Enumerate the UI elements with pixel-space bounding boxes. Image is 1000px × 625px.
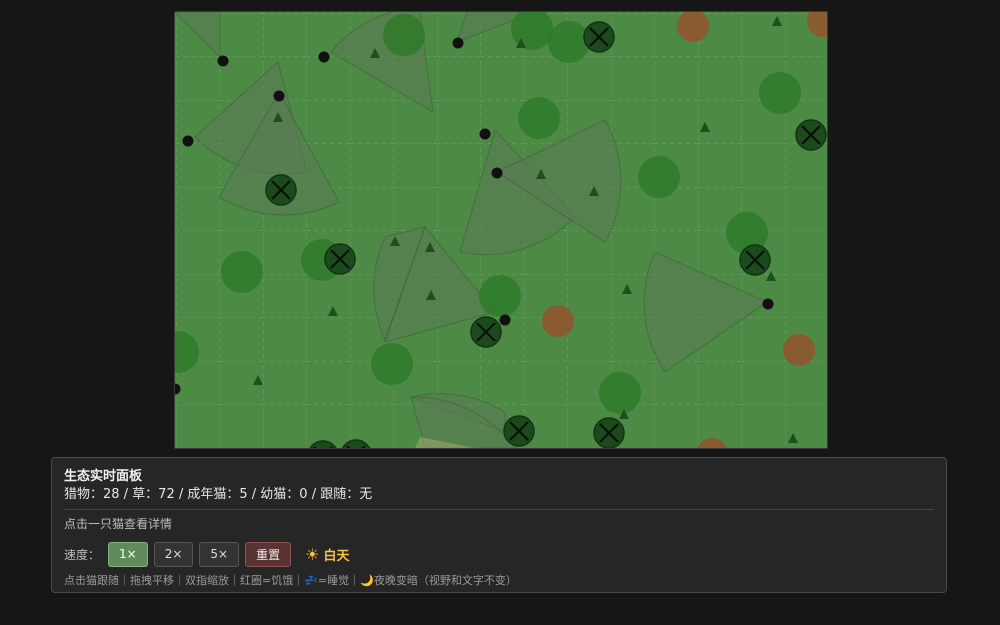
adult-cat[interactable] <box>794 118 827 152</box>
selection-hint: 点击一只猫查看详情 <box>64 517 173 531</box>
panel-title: 生态实时面板 <box>64 469 143 484</box>
grass-bush <box>638 156 680 198</box>
prey[interactable] <box>452 37 464 49</box>
adult-cat[interactable] <box>502 414 536 448</box>
dead-bush <box>542 305 574 337</box>
prey[interactable] <box>318 51 330 63</box>
panel-divider <box>64 509 934 510</box>
adult-cat[interactable] <box>738 243 772 277</box>
adult-cat[interactable] <box>469 315 503 349</box>
ecosystem-panel: 生态实时面板 猎物：28 / 草：72 / 成年猫：5 / 幼猫：0 / 跟随：… <box>51 457 947 593</box>
control-bar: 速度： 1× 2× 5× 重置 ☀ 白天 <box>64 541 934 567</box>
grass-bush <box>479 275 521 317</box>
prey[interactable] <box>182 135 194 147</box>
day-label: 白天 <box>323 548 350 564</box>
dead-bush <box>783 334 815 366</box>
reset-button[interactable]: 重置 <box>245 541 292 567</box>
adult-cat[interactable] <box>592 416 626 448</box>
grass-bush <box>759 72 801 114</box>
grass-bush <box>599 372 641 414</box>
prey[interactable] <box>491 167 503 179</box>
population-stats: 猎物：28 / 草：72 / 成年猫：5 / 幼猫：0 / 跟随：无 <box>64 487 373 502</box>
day-night-indicator: ☀ 白天 <box>305 545 349 564</box>
prey[interactable] <box>273 90 285 102</box>
grass-bush <box>221 251 263 293</box>
prey[interactable] <box>762 298 774 310</box>
adult-cat[interactable] <box>323 242 357 276</box>
prey[interactable] <box>499 314 511 326</box>
adult-cat[interactable] <box>264 173 298 207</box>
prey[interactable] <box>217 55 229 67</box>
speed-2x-button[interactable]: 2× <box>153 541 194 567</box>
grass-bush <box>518 97 560 139</box>
prey[interactable] <box>479 128 491 140</box>
adult-cat[interactable] <box>582 20 616 54</box>
speed-label: 速度： <box>64 547 101 562</box>
grass-bush <box>548 21 590 63</box>
grass-bush <box>383 14 425 56</box>
sun-icon: ☀ <box>305 544 320 564</box>
controls-legend: 点击猫跟随｜拖拽平移｜双指缩放｜红圈=饥饿｜💤=睡觉｜🌙夜晚变暗（视野和文字不变… <box>64 574 517 587</box>
speed-5x-button[interactable]: 5× <box>199 541 240 567</box>
world-canvas[interactable] <box>175 12 827 448</box>
speed-1x-button[interactable]: 1× <box>108 541 148 567</box>
simulation-world[interactable] <box>174 11 828 449</box>
grass-bush <box>371 343 413 385</box>
